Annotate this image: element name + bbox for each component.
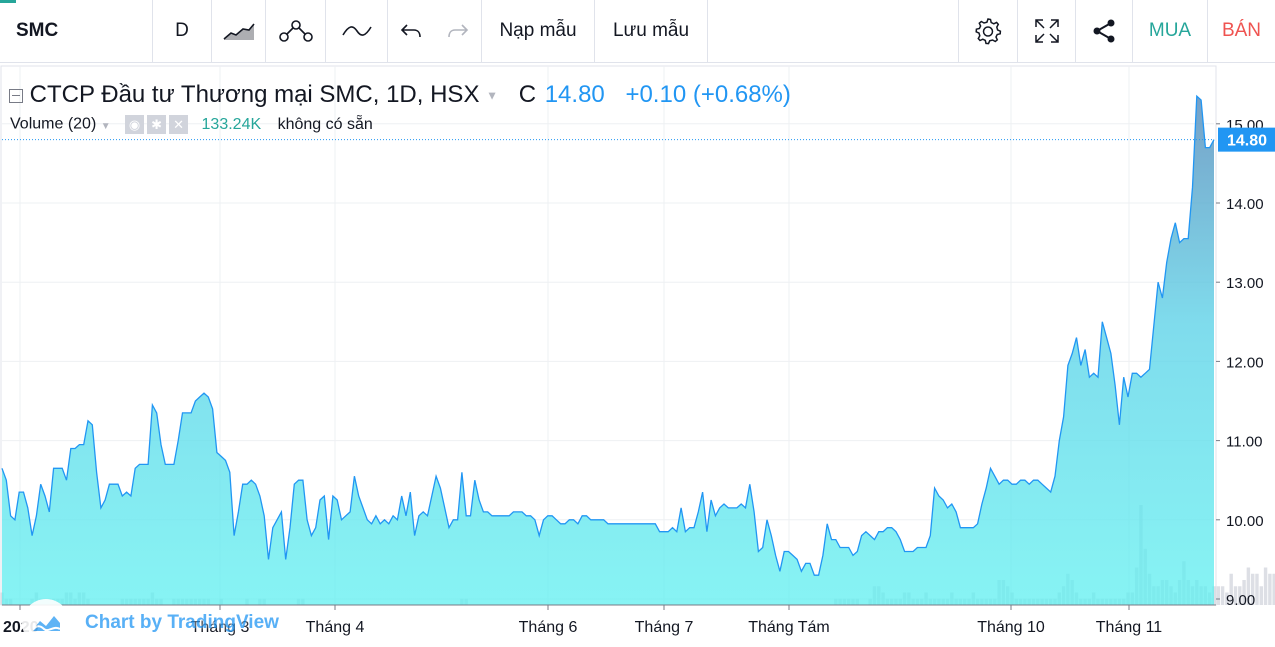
gear-icon[interactable]: ✱ (147, 115, 167, 134)
visibility-icon[interactable]: ◉ (125, 115, 145, 134)
tradingview-watermark[interactable]: Chart by TradingView (22, 599, 279, 647)
watermark-text: Chart by TradingView (85, 612, 279, 633)
undo-button[interactable] (388, 0, 434, 62)
y-tick-label: 10.00 (1226, 513, 1264, 530)
close-value: 14.80 (544, 81, 605, 108)
price-area (2, 96, 1214, 605)
indicators-icon (278, 18, 314, 44)
settings-button[interactable] (958, 0, 1018, 62)
volume-legend-row: Volume (20) ▼ ◉ ✱ ✕ 133.24K không có sẵn (10, 115, 373, 134)
fullscreen-button[interactable] (1018, 0, 1076, 62)
symbol-dropdown-icon[interactable]: ▼ (486, 89, 498, 103)
change-value: +0.10 (+0.68%) (625, 81, 791, 108)
load-template-button[interactable]: Nạp mẫu (482, 0, 595, 62)
volume-bar (1255, 573, 1259, 605)
x-tick-label: Tháng 10 (977, 619, 1045, 636)
chart-style-button[interactable] (212, 0, 266, 62)
volume-bar (1259, 586, 1263, 605)
area-chart-icon (222, 21, 255, 41)
y-tick-label: 11.00 (1226, 434, 1262, 451)
volume-bar (1268, 573, 1272, 605)
y-tick-label: 14.00 (1226, 196, 1264, 213)
redo-button[interactable] (434, 0, 482, 62)
undo-icon (400, 23, 422, 39)
x-tick-label: Tháng 7 (635, 619, 694, 636)
tradingview-logo-icon (22, 599, 70, 647)
collapse-icon[interactable] (9, 88, 23, 103)
x-tick-label: Tháng 4 (306, 619, 365, 636)
legend-title-row: CTCP Đầu tư Thương mại SMC, 1D, HSX ▼ C … (9, 81, 791, 109)
symbol-title: CTCP Đầu tư Thương mại SMC, 1D, HSX (29, 81, 480, 108)
close-icon[interactable]: ✕ (169, 115, 189, 134)
fullscreen-icon (1034, 18, 1060, 44)
share-button[interactable] (1076, 0, 1133, 62)
chart-area[interactable]: 9.00 10.00 11.00 12.00 13.00 14.00 15.00 2020 T… (0, 63, 1275, 647)
close-prefix: C (518, 81, 537, 108)
buy-button[interactable]: MUA (1133, 0, 1208, 62)
toolbar: SMC D Nạp mẫu Lưu mẫu MUA BÁN (0, 0, 1275, 63)
volume-bar (1220, 586, 1225, 605)
volume-bar (1263, 567, 1268, 605)
redo-icon (447, 23, 469, 39)
indicators-button[interactable] (266, 0, 326, 62)
share-icon (1091, 19, 1117, 43)
gear-icon (973, 16, 1003, 46)
x-tick-label: Tháng Tám (748, 619, 830, 636)
x-tick-label: Tháng 11 (1096, 619, 1163, 636)
save-template-button[interactable]: Lưu mẫu (595, 0, 708, 62)
interval-button[interactable]: D (153, 0, 212, 62)
symbol-button[interactable]: SMC (0, 0, 153, 62)
last-price-text: 14.80 (1227, 133, 1267, 150)
volume-ma-value: không có sẵn (277, 115, 373, 133)
y-tick-label: 12.00 (1226, 354, 1264, 371)
last-price-label: 14.80 (1218, 127, 1275, 152)
price-chart[interactable]: 9.0010.0011.0012.0013.0014.0015.00 2020 T… (0, 63, 1275, 646)
volume-label: Volume (20) (10, 115, 97, 133)
wave-icon (341, 24, 372, 38)
sell-button[interactable]: BÁN (1208, 0, 1275, 62)
price-axis[interactable]: 9.0010.0011.0012.0013.0014.0015.00 (1216, 117, 1264, 609)
y-tick-label: 13.00 (1226, 275, 1264, 292)
x-tick-label: Tháng 6 (519, 619, 578, 636)
volume-value: 133.24K (201, 115, 262, 133)
compare-button[interactable] (326, 0, 388, 62)
y-tick-label: 9.00 (1226, 592, 1255, 609)
volume-dropdown-icon[interactable]: ▼ (101, 121, 111, 132)
volume-bar (1216, 586, 1221, 605)
